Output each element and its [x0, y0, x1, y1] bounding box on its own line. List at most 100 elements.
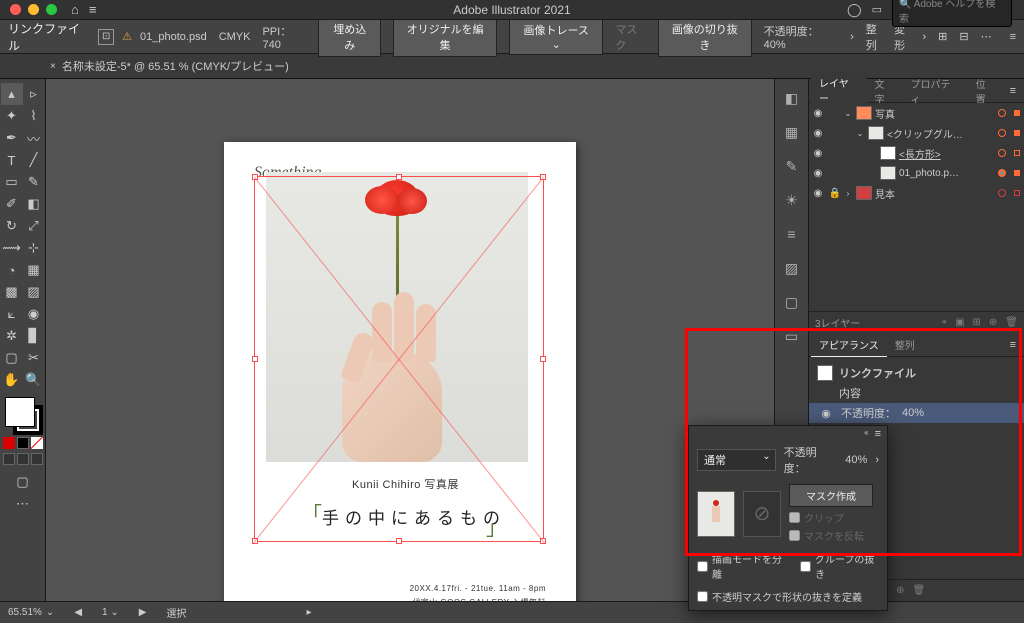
lock-icon[interactable]: 🔒 — [827, 188, 843, 199]
opacity-label[interactable]: 不透明度： — [841, 405, 896, 421]
perspective-tool[interactable]: ▦ — [23, 259, 45, 281]
flyout-menu-icon[interactable]: ≡ — [875, 428, 881, 440]
layer-name[interactable]: <クリップグル… — [887, 126, 994, 141]
pen-tool[interactable]: ✒ — [1, 127, 23, 149]
new-layer-icon[interactable]: ⊕ — [989, 317, 997, 328]
paintbrush-tool[interactable]: ✎ — [23, 171, 45, 193]
home-icon[interactable]: ⌂ — [71, 2, 79, 17]
layer-row[interactable]: ◉ ⌄ 写真 — [809, 103, 1024, 123]
embed-button[interactable]: 埋め込み — [318, 17, 381, 57]
image-trace-button[interactable]: 画像トレース ⌄ — [509, 18, 603, 55]
magic-wand-tool[interactable]: ✦ — [1, 105, 23, 127]
fill-swatch[interactable] — [5, 397, 35, 427]
slice-tool[interactable]: ✂ — [23, 347, 45, 369]
opacity-arrow-icon[interactable]: › — [850, 31, 854, 43]
user-icon[interactable]: ◯ — [847, 2, 862, 18]
gradient-tool[interactable]: ▨ — [23, 281, 45, 303]
opacity-value[interactable]: 40% — [902, 407, 924, 419]
selection-tool[interactable]: ▴ — [1, 83, 23, 105]
ruler-icon[interactable]: ▭ — [783, 327, 801, 345]
canvas[interactable]: Something in your hand Kunii Chihiro 写真展… — [46, 79, 774, 601]
opacity-arrow-icon[interactable]: › — [875, 454, 879, 466]
duplicate-icon[interactable]: ⊕ — [896, 585, 904, 596]
fill-stroke-swatches[interactable] — [3, 395, 43, 435]
artboard-nav-next-icon[interactable]: ▶ — [139, 607, 147, 618]
symbol-sprayer-tool[interactable]: ✲ — [1, 325, 23, 347]
delete-layer-icon[interactable]: 🗑 — [1005, 317, 1018, 328]
isolation2-icon[interactable]: ⊟ — [959, 30, 968, 43]
visibility-icon[interactable]: ◉ — [809, 128, 827, 139]
swatches-panel-icon[interactable]: ▦ — [783, 123, 801, 141]
isolation-icon[interactable]: ⊞ — [938, 30, 947, 43]
type-tool[interactable]: T — [1, 149, 23, 171]
linked-filename[interactable]: 01_photo.psd — [140, 31, 207, 43]
visibility-icon[interactable]: ◉ — [809, 108, 827, 119]
make-mask-button[interactable]: マスク作成 — [789, 484, 873, 507]
artboard-nav-field[interactable]: 1 ⌄ — [102, 607, 119, 618]
rotate-tool[interactable]: ↻ — [1, 215, 23, 237]
panel-menu-icon[interactable]: ≡ — [1004, 85, 1022, 97]
disclosure-icon[interactable]: ⌄ — [855, 129, 865, 138]
minimize-window-icon[interactable] — [28, 4, 39, 15]
shape-builder-tool[interactable]: ◔ — [1, 259, 23, 281]
visibility-icon[interactable]: ◉ — [809, 168, 827, 179]
layer-row[interactable]: ◉ <長方形> — [809, 143, 1024, 163]
disclosure-icon[interactable]: › — [843, 189, 853, 198]
line-tool[interactable]: ╱ — [23, 149, 45, 171]
free-transform-tool[interactable]: ⊹ — [23, 237, 45, 259]
crop-image-button[interactable]: 画像の切り抜き — [658, 17, 752, 57]
mesh-tool[interactable]: ▩ — [1, 281, 23, 303]
layer-name[interactable]: <長方形> — [899, 146, 994, 161]
target-icon[interactable] — [998, 109, 1006, 117]
opacity-value[interactable]: 40% — [764, 39, 786, 51]
width-tool[interactable]: ⟿ — [1, 237, 23, 259]
knockout-group-checkbox[interactable]: グループの抜き — [800, 551, 879, 581]
target-icon[interactable] — [998, 169, 1006, 177]
gradient-panel-icon[interactable]: ▨ — [783, 259, 801, 277]
menu-icon[interactable]: ≡ — [89, 2, 97, 17]
transform-arrow-icon[interactable]: › — [922, 31, 926, 43]
scale-tool[interactable]: ⤢ — [23, 215, 45, 237]
brushes-panel-icon[interactable]: ✎ — [783, 157, 801, 175]
stroke-panel-icon[interactable]: ≡ — [783, 225, 801, 243]
eyedropper-tool[interactable]: ⟀ — [1, 303, 23, 325]
document-tab[interactable]: × 名称未設定-5* @ 65.51 % (CMYK/プレビュー) — [50, 58, 289, 74]
visibility-icon[interactable]: ◉ — [817, 407, 835, 420]
layer-name[interactable]: 01_photo.p… — [899, 168, 994, 179]
transparency-panel-icon[interactable]: ▢ — [783, 293, 801, 311]
none-mode-icon[interactable] — [31, 437, 43, 449]
flyout-collapse-icon[interactable]: « — [864, 428, 868, 440]
symbols-panel-icon[interactable]: ☀ — [783, 191, 801, 209]
layer-name[interactable]: 写真 — [875, 106, 994, 121]
tab-align[interactable]: 整列 — [887, 333, 923, 356]
mask-thumb[interactable]: ⊘ — [743, 491, 781, 537]
panel-menu-icon[interactable]: ≡ — [1010, 31, 1016, 43]
isolate-blending-checkbox[interactable]: 描画モードを分離 — [697, 551, 786, 581]
gradient-mode-icon[interactable] — [17, 437, 29, 449]
draw-behind-icon[interactable] — [17, 453, 29, 465]
transparency-thumb[interactable] — [697, 491, 735, 537]
direct-selection-tool[interactable]: ▹ — [23, 83, 45, 105]
locate-icon[interactable]: ⌖ — [941, 317, 947, 328]
tab-appearance[interactable]: アピアランス — [811, 333, 887, 357]
blend-tool[interactable]: ◉ — [23, 303, 45, 325]
layer-row[interactable]: ◉ 01_photo.p… — [809, 163, 1024, 183]
status-tool[interactable]: 選択 — [166, 605, 286, 620]
rectangle-tool[interactable]: ▭ — [1, 171, 23, 193]
screen-mode-icon[interactable]: ▢ — [12, 471, 34, 493]
zoom-tool[interactable]: 🔍 — [23, 369, 45, 391]
curvature-tool[interactable]: 〰 — [23, 127, 45, 149]
close-tab-icon[interactable]: × — [50, 61, 56, 72]
artboard-tool[interactable]: ▢ — [1, 347, 23, 369]
layer-row[interactable]: ◉ 🔒 › 見本 — [809, 183, 1024, 203]
zoom-field[interactable]: 65.51%⌄ — [8, 607, 54, 618]
status-arrow-icon[interactable]: ▸ — [306, 607, 311, 618]
help-search[interactable]: 🔍 Adobe ヘルプを検索 — [892, 0, 1012, 27]
target-icon[interactable]: ⊡ — [98, 29, 114, 45]
make-clip-icon[interactable]: ▣ — [955, 317, 964, 328]
lasso-tool[interactable]: ⌇ — [23, 105, 45, 127]
visibility-icon[interactable]: ◉ — [809, 148, 827, 159]
panel-menu-icon[interactable]: ≡ — [1004, 339, 1022, 351]
target-icon[interactable] — [998, 129, 1006, 137]
contents-label[interactable]: 内容 — [839, 385, 861, 401]
